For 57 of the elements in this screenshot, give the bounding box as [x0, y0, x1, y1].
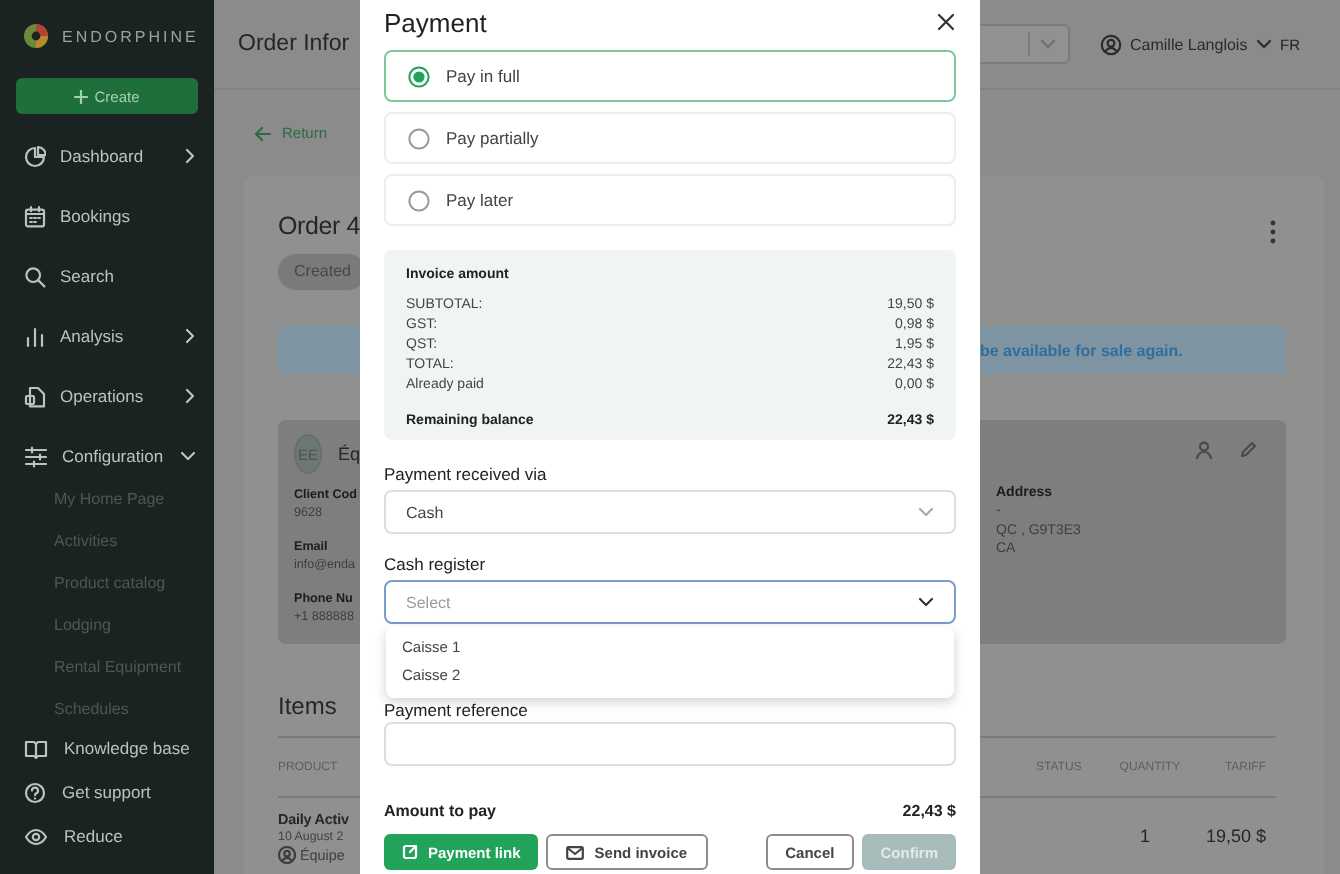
- chevron-down-icon: [1040, 38, 1056, 50]
- payment-option[interactable]: Pay in full: [384, 50, 956, 102]
- close-icon[interactable]: [936, 12, 956, 32]
- nav-item[interactable]: Operations: [0, 366, 214, 426]
- arrow-left-icon: [254, 125, 272, 141]
- payment-reference-input[interactable]: [384, 722, 956, 766]
- nav-item[interactable]: Reduce: [0, 814, 214, 858]
- amount-label: Amount to pay: [384, 802, 496, 822]
- field-label: Payment reference: [384, 700, 530, 720]
- chevron-down-icon: [1255, 38, 1272, 50]
- book-icon: [24, 737, 48, 759]
- document-icon: [24, 385, 46, 407]
- quantity-cell: 1: [1140, 826, 1151, 846]
- search-icon: [24, 265, 46, 287]
- calendar-icon: [24, 205, 46, 227]
- sliders-icon: [24, 445, 48, 467]
- chevron-down-icon: [918, 506, 934, 518]
- user-menu[interactable]: Camille Langlois: [1100, 33, 1272, 55]
- chevron-down-icon: [918, 596, 934, 608]
- nav-item[interactable]: Analysis: [0, 306, 214, 366]
- field-label: Payment received via: [384, 464, 549, 484]
- bar-chart-icon: [24, 325, 46, 347]
- order-title: Order 4: [278, 210, 360, 244]
- notice-text: be available for sale again.: [980, 341, 1183, 359]
- help-icon: [24, 781, 46, 803]
- radio-button[interactable]: [408, 127, 430, 149]
- payment-method-select[interactable]: Cash: [384, 490, 956, 534]
- eye-icon: [24, 825, 48, 847]
- radio-button[interactable]: [408, 65, 430, 87]
- nav-item[interactable]: Search: [0, 246, 214, 306]
- user-circle-icon: [1100, 33, 1122, 55]
- page-title: Order Infor: [238, 32, 350, 56]
- field-label: Cash register: [384, 554, 488, 574]
- user-circle-icon: [278, 845, 296, 863]
- client-name: Éq: [337, 444, 360, 464]
- nav-item[interactable]: Dashboard: [0, 126, 214, 186]
- nav-item[interactable]: Knowledge base: [0, 726, 214, 770]
- radio-button[interactable]: [408, 189, 430, 211]
- pencil-icon[interactable]: [1238, 440, 1258, 460]
- nav-item[interactable]: Configuration: [0, 426, 214, 486]
- brand-name: ENDORPHINE: [62, 27, 199, 45]
- logo-icon: [22, 22, 50, 50]
- payment-option[interactable]: Pay partially: [384, 112, 956, 164]
- external-link-icon: [402, 844, 418, 860]
- payment-option[interactable]: Pay later: [384, 174, 956, 226]
- nav-item[interactable]: Bookings: [0, 186, 214, 246]
- pie-chart-icon: [24, 145, 46, 167]
- section-title: Items: [278, 690, 339, 724]
- dialog-title: Payment: [384, 7, 487, 37]
- nav-item[interactable]: Get support: [0, 770, 214, 814]
- notice-banner: [278, 326, 360, 374]
- envelope-icon: [566, 845, 585, 859]
- plus-icon: [74, 89, 89, 103]
- person-icon[interactable]: [1194, 440, 1214, 460]
- more-icon[interactable]: [1270, 220, 1276, 244]
- amount-value: 22,43 $: [902, 802, 956, 822]
- tariff-cell: 19,50 $: [1205, 826, 1266, 846]
